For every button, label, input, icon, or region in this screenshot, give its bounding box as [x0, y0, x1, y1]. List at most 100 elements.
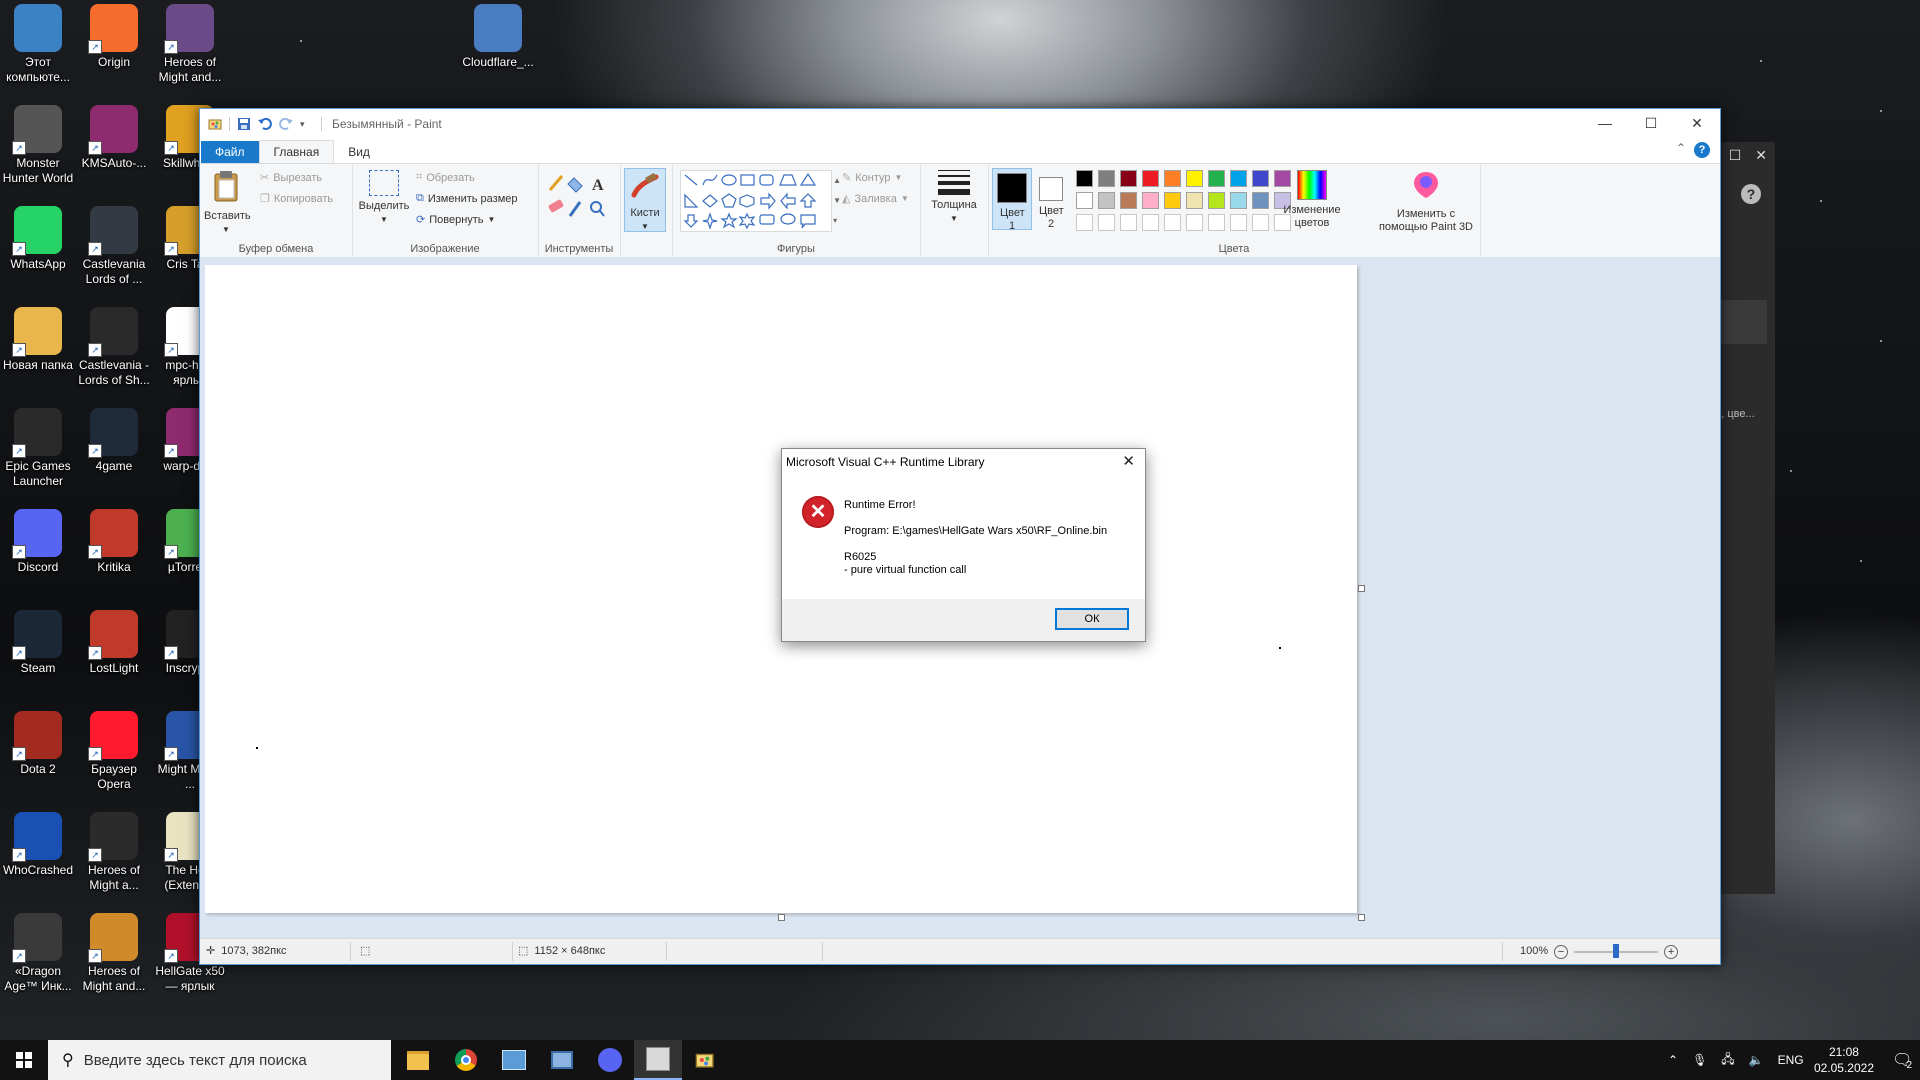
shapes-gallery[interactable]: ▲ ▼ ▾ [680, 170, 841, 232]
resize-handle-right[interactable] [1358, 585, 1365, 592]
palette-swatch[interactable] [1120, 192, 1137, 209]
palette-swatch[interactable] [1098, 214, 1115, 231]
palette-swatch[interactable] [1208, 214, 1225, 231]
paint-taskbar-button[interactable] [682, 1040, 730, 1080]
game-taskbar-button[interactable] [634, 1040, 682, 1080]
edit-colors-button[interactable]: Изменение цветов [1280, 170, 1344, 230]
zoom-in-button[interactable]: + [1664, 944, 1679, 959]
desktop-icon[interactable]: ↗ Epic Games Launcher [0, 404, 76, 489]
palette-swatch[interactable] [1186, 192, 1203, 209]
palette-swatch[interactable] [1252, 192, 1269, 209]
save-icon[interactable] [237, 117, 251, 131]
palette-swatch[interactable] [1164, 192, 1181, 209]
palette-swatch[interactable] [1208, 192, 1225, 209]
palette-swatch[interactable] [1252, 214, 1269, 231]
palette-swatch[interactable] [1164, 170, 1181, 187]
ok-button[interactable]: ОК [1055, 608, 1129, 630]
paste-button[interactable]: Вставить ▼ [204, 170, 251, 236]
palette-swatch[interactable] [1098, 170, 1115, 187]
desktop-icon[interactable]: ↗ Heroes of Might a... [76, 808, 152, 893]
desktop-icon[interactable]: ↗ WhatsApp [0, 202, 76, 272]
search-box[interactable]: ⚲ Введите здесь текст для поиска [48, 1040, 391, 1080]
desktop-icon[interactable]: ↗ Castlevania Lords of ... [76, 202, 152, 287]
cut-button[interactable]: ✂ Вырезать [260, 171, 322, 185]
desktop-icon[interactable]: ↗ Origin [76, 0, 152, 70]
desktop-icon[interactable]: ↗ WhoCrashed [0, 808, 76, 878]
clock[interactable]: 21:08 02.05.2022 [1814, 1044, 1874, 1076]
file-explorer-taskbar-button[interactable] [394, 1040, 442, 1080]
palette-swatch[interactable] [1186, 214, 1203, 231]
dialog-close-button[interactable]: ✕ [1122, 449, 1135, 475]
palette-swatch[interactable] [1076, 214, 1093, 231]
size-button[interactable]: Толщина ▼ [926, 170, 982, 225]
desktop-icon[interactable]: ↗ LostLight [76, 606, 152, 676]
color1-button[interactable]: Цвет 1 [992, 168, 1032, 232]
fill-button[interactable]: ◭ Заливка ▼ [842, 192, 909, 206]
customize-qat-icon[interactable]: ▾ [300, 117, 314, 131]
help-button[interactable]: ? [1694, 142, 1710, 158]
discord-taskbar-button[interactable] [586, 1040, 634, 1080]
palette-swatch[interactable] [1098, 192, 1115, 209]
minimize-button[interactable]: — [1582, 109, 1628, 139]
paint3d-button[interactable]: Изменить с помощью Paint 3D [1376, 170, 1476, 234]
desktop-icon[interactable]: Cloudflare_... [460, 0, 536, 70]
app-taskbar-button[interactable] [538, 1040, 586, 1080]
palette-swatch[interactable] [1186, 170, 1203, 187]
tab-view[interactable]: Вид [334, 141, 384, 163]
title-bar[interactable]: ▾ Безымянный - Paint — ☐ ✕ [200, 109, 1720, 139]
palette-swatch[interactable] [1164, 214, 1181, 231]
redo-icon[interactable] [279, 117, 293, 131]
desktop-icon[interactable]: ↗ Новая папка [0, 303, 76, 373]
tab-file[interactable]: Файл [201, 141, 259, 163]
maximize-icon[interactable]: ☐ [1729, 147, 1742, 164]
notifications-button[interactable]: 🗨 2 [1892, 1040, 1912, 1080]
start-button[interactable] [0, 1040, 48, 1080]
desktop-icon[interactable]: ↗ Heroes of Might and... [76, 909, 152, 994]
collapse-ribbon-icon[interactable]: ⌃ [1676, 141, 1686, 155]
palette-swatch[interactable] [1120, 170, 1137, 187]
palette-swatch[interactable] [1142, 214, 1159, 231]
desktop-icon[interactable]: ↗ Monster Hunter World [0, 101, 76, 186]
palette-swatch[interactable] [1230, 192, 1247, 209]
palette-swatch[interactable] [1076, 170, 1093, 187]
microphone-icon[interactable]: 🎙 [1692, 1053, 1707, 1067]
tools-icons[interactable]: A [546, 172, 616, 222]
desktop-icon[interactable]: ↗ «Dragon Age™ Инк... [0, 909, 76, 994]
rotate-button[interactable]: ⟳ Повернуть ▼ [416, 213, 495, 227]
palette-swatch[interactable] [1142, 170, 1159, 187]
zoom-slider[interactable] [1574, 943, 1659, 958]
chrome-taskbar-button[interactable] [442, 1040, 490, 1080]
palette-swatch[interactable] [1252, 170, 1269, 187]
desktop-icon[interactable]: ↗ Discord [0, 505, 76, 575]
palette-swatch[interactable] [1142, 192, 1159, 209]
palette-swatch[interactable] [1230, 214, 1247, 231]
language-indicator[interactable]: ENG [1778, 1053, 1804, 1067]
maximize-button[interactable]: ☐ [1628, 109, 1674, 139]
desktop-icon[interactable]: ↗ Dota 2 [0, 707, 76, 777]
crop-button[interactable]: ⌗ Обрезать [416, 171, 475, 184]
desktop-icon[interactable]: ↗ Kritika [76, 505, 152, 575]
help-icon[interactable]: ? [1741, 184, 1761, 204]
control-panel-taskbar-button[interactable] [490, 1040, 538, 1080]
runtime-error-dialog[interactable]: Microsoft Visual C++ Runtime Library ✕ ✕… [781, 448, 1146, 642]
tab-home[interactable]: Главная [258, 140, 335, 163]
copy-button[interactable]: ❐ Копировать [260, 192, 333, 206]
desktop-icon[interactable]: ↗ KMSAuto-... [76, 101, 152, 171]
resize-handle-corner[interactable] [1358, 914, 1365, 921]
select-button[interactable]: Выделить ▼ [358, 170, 410, 226]
desktop-icon[interactable]: ↗ Браузер Opera [76, 707, 152, 792]
desktop-icon[interactable]: ↗ Steam [0, 606, 76, 676]
brushes-button[interactable]: Кисти ▼ [624, 168, 666, 232]
zoom-out-button[interactable]: − [1554, 944, 1569, 959]
palette-swatch[interactable] [1076, 192, 1093, 209]
desktop-icon[interactable]: ↗ 4game [76, 404, 152, 474]
palette-swatch[interactable] [1120, 214, 1137, 231]
outline-button[interactable]: ✎ Контур ▼ [842, 171, 902, 185]
paint-app-icon[interactable] [208, 117, 222, 131]
resize-button[interactable]: ⧉ Изменить размер [416, 192, 518, 205]
close-button[interactable]: ✕ [1674, 109, 1720, 139]
desktop-icon[interactable]: Этот компьюте... [0, 0, 76, 85]
palette-swatch[interactable] [1208, 170, 1225, 187]
desktop-icon[interactable]: ↗ Heroes of Might and... [152, 0, 228, 85]
resize-handle-bottom[interactable] [778, 914, 785, 921]
